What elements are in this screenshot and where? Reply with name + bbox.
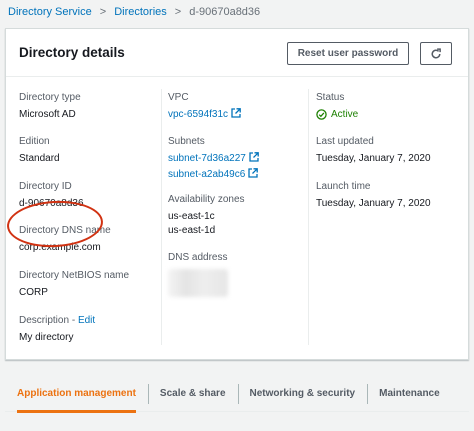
last-updated-value: Tuesday, January 7, 2020 — [316, 153, 431, 164]
breadcrumb-current: d-90670a8d36 — [189, 6, 261, 18]
netbios-value: CORP — [19, 287, 48, 298]
dns-address-field: DNS address — [168, 251, 228, 297]
netbios-label: Directory NetBIOS name — [19, 270, 130, 281]
column-divider — [161, 89, 162, 345]
directory-id-label: Directory ID — [19, 181, 72, 192]
description-separator: - — [71, 315, 76, 326]
description-label: Description — [19, 315, 70, 326]
panel-header: Directory details Reset user password — [6, 29, 468, 77]
description-label-row: Description - Edit — [19, 314, 95, 327]
launch-time-field: Launch time Tuesday, January 7, 2020 — [316, 180, 431, 210]
external-link-icon[interactable] — [248, 168, 259, 182]
detail-tabs: Application management Scale & share Net… — [5, 376, 469, 413]
availability-zones-label: Availability zones — [168, 194, 245, 205]
refresh-button[interactable] — [420, 42, 452, 65]
external-link-icon[interactable] — [249, 152, 259, 166]
dns-address-label: DNS address — [168, 252, 228, 263]
breadcrumb-directory-service[interactable]: Directory Service — [8, 6, 92, 18]
external-link-icon[interactable] — [231, 108, 241, 122]
subnet-link[interactable]: subnet-7d36a227 — [168, 153, 246, 164]
vpc-link[interactable]: vpc-6594f31c — [168, 109, 228, 120]
details-column-3: Status Active Last updated Tuesday, Janu… — [316, 77, 466, 353]
edit-description-link[interactable]: Edit — [78, 315, 95, 326]
status-field: Status Active — [316, 91, 358, 121]
launch-time-value: Tuesday, January 7, 2020 — [316, 198, 431, 209]
tab-networking-security[interactable]: Networking & security — [237, 376, 368, 412]
subnets-field: Subnets subnet-7d36a227 subnet-a2ab49c6 — [168, 135, 259, 182]
chevron-right-icon: > — [99, 6, 107, 18]
directory-type-field: Directory type Microsoft AD — [19, 91, 81, 121]
redacted-dns-address — [168, 269, 228, 297]
last-updated-label: Last updated — [316, 136, 374, 147]
vpc-label: VPC — [168, 92, 189, 103]
description-field: Description - Edit My directory — [19, 314, 95, 344]
reset-user-password-button[interactable]: Reset user password — [287, 42, 409, 65]
status-text: Active — [331, 109, 359, 120]
availability-zones-field: Availability zones us-east-1c us-east-1d — [168, 193, 245, 237]
launch-time-label: Launch time — [316, 181, 371, 192]
edition-value: Standard — [19, 153, 60, 164]
subnet-link[interactable]: subnet-a2ab49c6 — [168, 169, 245, 180]
edition-field: Edition Standard — [19, 135, 60, 165]
tab-application-management[interactable]: Application management — [5, 376, 148, 413]
directory-details-panel: Directory details Reset user password Di… — [5, 28, 469, 360]
tab-maintenance[interactable]: Maintenance — [367, 376, 452, 412]
edition-label: Edition — [19, 136, 50, 147]
breadcrumb-directories[interactable]: Directories — [114, 6, 167, 18]
directory-type-label: Directory type — [19, 92, 81, 103]
status-label: Status — [316, 92, 345, 103]
netbios-field: Directory NetBIOS name CORP — [19, 269, 129, 299]
directory-type-value: Microsoft AD — [19, 109, 76, 120]
chevron-right-icon: > — [174, 6, 182, 18]
refresh-icon — [431, 47, 441, 58]
details-column-2: VPC vpc-6594f31c Subnets subnet-7d36a227… — [168, 77, 310, 353]
check-circle-icon — [316, 109, 327, 120]
subnets-label: Subnets — [168, 136, 205, 147]
last-updated-field: Last updated Tuesday, January 7, 2020 — [316, 135, 431, 165]
availability-zone-value: us-east-1d — [168, 225, 216, 236]
breadcrumb: Directory Service > Directories > d-9067… — [8, 0, 260, 24]
description-value: My directory — [19, 332, 74, 343]
panel-title: Directory details — [19, 45, 125, 60]
status-value: Active — [316, 108, 358, 121]
vpc-field: VPC vpc-6594f31c — [168, 91, 241, 122]
tab-scale-share[interactable]: Scale & share — [147, 376, 238, 412]
availability-zone-value: us-east-1c — [168, 211, 215, 222]
